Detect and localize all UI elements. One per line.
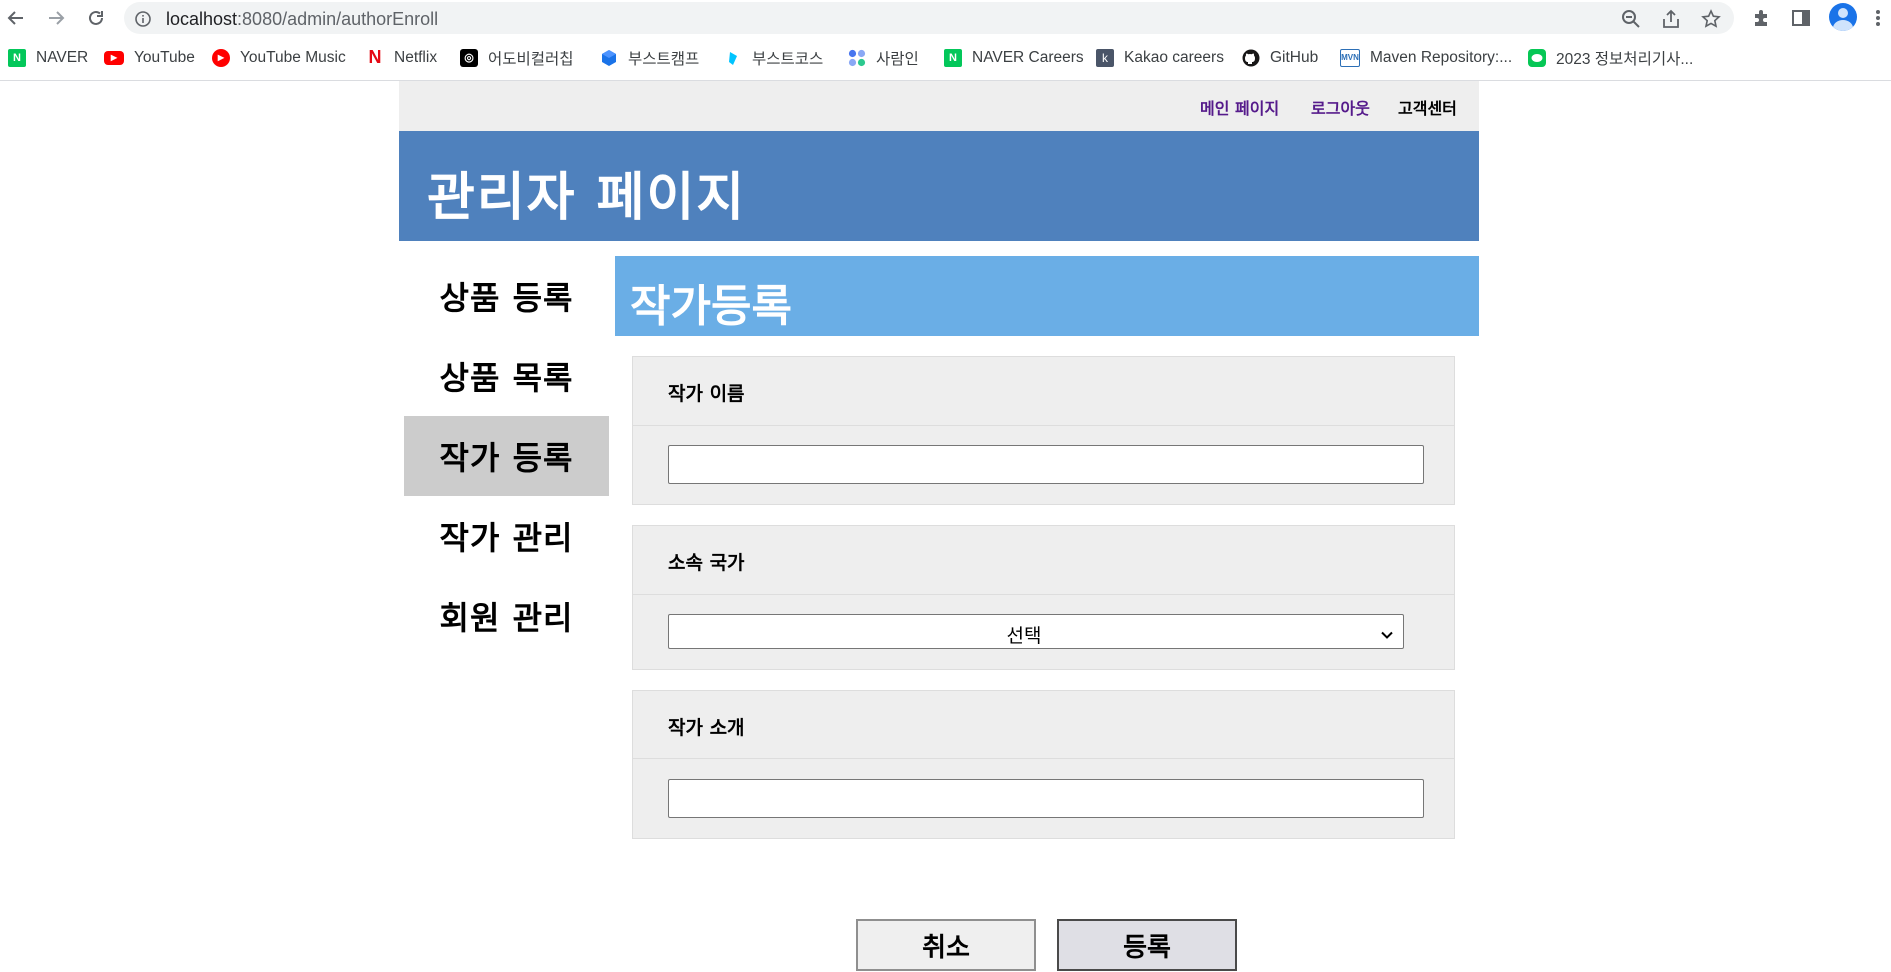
bookmark-github[interactable]: GitHub <box>1242 44 1318 71</box>
boostcourse-icon <box>724 49 742 67</box>
sidebar-item-product-enroll[interactable]: 상품 등록 <box>404 256 609 336</box>
author-name-label: 작가 이름 <box>668 383 745 405</box>
nation-field-group: 소속 국가 선택 <box>632 525 1455 670</box>
bookmark-label: 부스트코스 <box>752 50 824 68</box>
bookmark-boostcourse[interactable]: 부스트코스 <box>724 44 823 71</box>
sidebar-item-product-list[interactable]: 상품 목록 <box>404 336 609 416</box>
browser-toolbar: localhost:8080/admin/authorEnroll <box>0 0 1891 37</box>
bookmark-label: Kakao careers <box>1124 48 1224 66</box>
nation-select[interactable]: 선택 <box>668 614 1404 649</box>
line-icon <box>1528 48 1546 67</box>
author-name-field-group: 작가 이름 <box>632 356 1455 505</box>
page-title: 관리자 페이지 <box>427 168 747 228</box>
nation-selected-value: 선택 <box>1006 625 1042 647</box>
top-nav-bar: 메인 페이지 로그아웃 고객센터 <box>399 81 1479 131</box>
customer-center-link[interactable]: 고객센터 <box>1398 95 1457 119</box>
youtube-music-icon: ▶ <box>212 48 230 67</box>
bookmark-label: 부스트캠프 <box>628 50 700 68</box>
author-intro-label: 작가 소개 <box>668 717 745 739</box>
bookmark-label: 어도비컬러칩 <box>488 50 574 68</box>
youtube-icon: ▶ <box>104 50 124 65</box>
bookmark-label: NAVER <box>36 48 89 66</box>
maven-icon: MVN <box>1340 48 1360 67</box>
bookmark-youtube-music[interactable]: ▶ YouTube Music <box>212 44 346 71</box>
site-info-icon[interactable] <box>134 10 152 32</box>
naver-careers-icon: N <box>944 48 962 67</box>
adobe-color-icon: ◎ <box>460 48 478 67</box>
more-menu-icon[interactable] <box>1868 5 1888 31</box>
reload-icon[interactable] <box>84 6 108 30</box>
side-panel-icon[interactable] <box>1788 5 1814 31</box>
github-icon <box>1242 49 1260 67</box>
logout-link[interactable]: 로그아웃 <box>1311 95 1370 119</box>
bookmark-naver-careers[interactable]: N NAVER Careers <box>944 44 1084 71</box>
share-icon[interactable] <box>1660 8 1682 30</box>
bookmark-label: 사람인 <box>876 50 919 68</box>
zoom-icon[interactable] <box>1620 8 1642 30</box>
profile-avatar-icon[interactable] <box>1829 3 1857 31</box>
bookmark-label: Maven Repository:... <box>1370 48 1513 66</box>
admin-banner: 관리자 페이지 <box>399 131 1479 241</box>
bookmarks-bar: N NAVER ▶ YouTube ▶ YouTube Music N Netf… <box>0 44 1891 71</box>
url-path: :8080/admin/authorEnroll <box>237 9 439 29</box>
bookmark-label: 2023 정보처리기사... <box>1556 50 1694 68</box>
bookmark-boostcamp[interactable]: 부스트캠프 <box>600 44 699 71</box>
bookmark-netflix[interactable]: N Netflix <box>366 44 438 71</box>
netflix-icon: N <box>368 47 382 67</box>
chevron-down-icon <box>1381 626 1393 645</box>
bookmark-kakao-careers[interactable]: k Kakao careers <box>1096 44 1224 71</box>
bookmark-label: GitHub <box>1270 48 1319 66</box>
sidebar-item-member-manage[interactable]: 회원 관리 <box>404 576 609 656</box>
field-divider <box>633 594 1454 595</box>
sidebar-item-author-manage[interactable]: 작가 관리 <box>404 496 609 576</box>
field-divider <box>633 758 1454 759</box>
author-intro-field-group: 작가 소개 <box>632 690 1455 839</box>
section-title: 작가등록 <box>630 281 792 332</box>
kakao-careers-icon: k <box>1096 48 1114 67</box>
bookmark-label: YouTube Music <box>240 48 346 66</box>
sidebar-item-author-enroll[interactable]: 작가 등록 <box>404 416 609 496</box>
bookmark-label: Netflix <box>394 48 438 66</box>
bookmark-star-icon[interactable] <box>1700 8 1722 30</box>
url-host: localhost <box>166 9 238 29</box>
field-divider <box>633 425 1454 426</box>
naver-icon: N <box>8 48 26 67</box>
address-bar[interactable]: localhost:8080/admin/authorEnroll <box>124 2 1734 34</box>
back-icon[interactable] <box>4 6 28 30</box>
boostcamp-icon <box>600 49 618 67</box>
bookmark-label: NAVER Careers <box>972 48 1084 66</box>
bookmark-youtube[interactable]: ▶ YouTube <box>104 44 195 71</box>
bookmark-maven-repository[interactable]: MVN Maven Repository:... <box>1340 44 1512 71</box>
forward-icon[interactable] <box>44 6 68 30</box>
url-text: localhost:8080/admin/authorEnroll <box>166 9 438 30</box>
author-name-input[interactable] <box>668 445 1424 484</box>
nation-label: 소속 국가 <box>668 552 745 574</box>
submit-button[interactable]: 등록 <box>1057 919 1237 971</box>
extensions-icon[interactable] <box>1748 5 1774 31</box>
main-page-link[interactable]: 메인 페이지 <box>1200 95 1279 119</box>
bookmark-saramin[interactable]: 사람인 <box>848 44 919 71</box>
bookmark-adobe-color[interactable]: ◎ 어도비컬러칩 <box>460 44 574 71</box>
bookmark-naver[interactable]: N NAVER <box>8 44 88 71</box>
bookmark-label: YouTube <box>134 48 195 66</box>
saramin-icon <box>848 49 866 67</box>
bookmark-jeongbo-cheori[interactable]: 2023 정보처리기사... <box>1528 44 1693 71</box>
section-header: 작가등록 <box>615 256 1479 336</box>
cancel-button[interactable]: 취소 <box>856 919 1036 971</box>
author-intro-input[interactable] <box>668 779 1424 818</box>
